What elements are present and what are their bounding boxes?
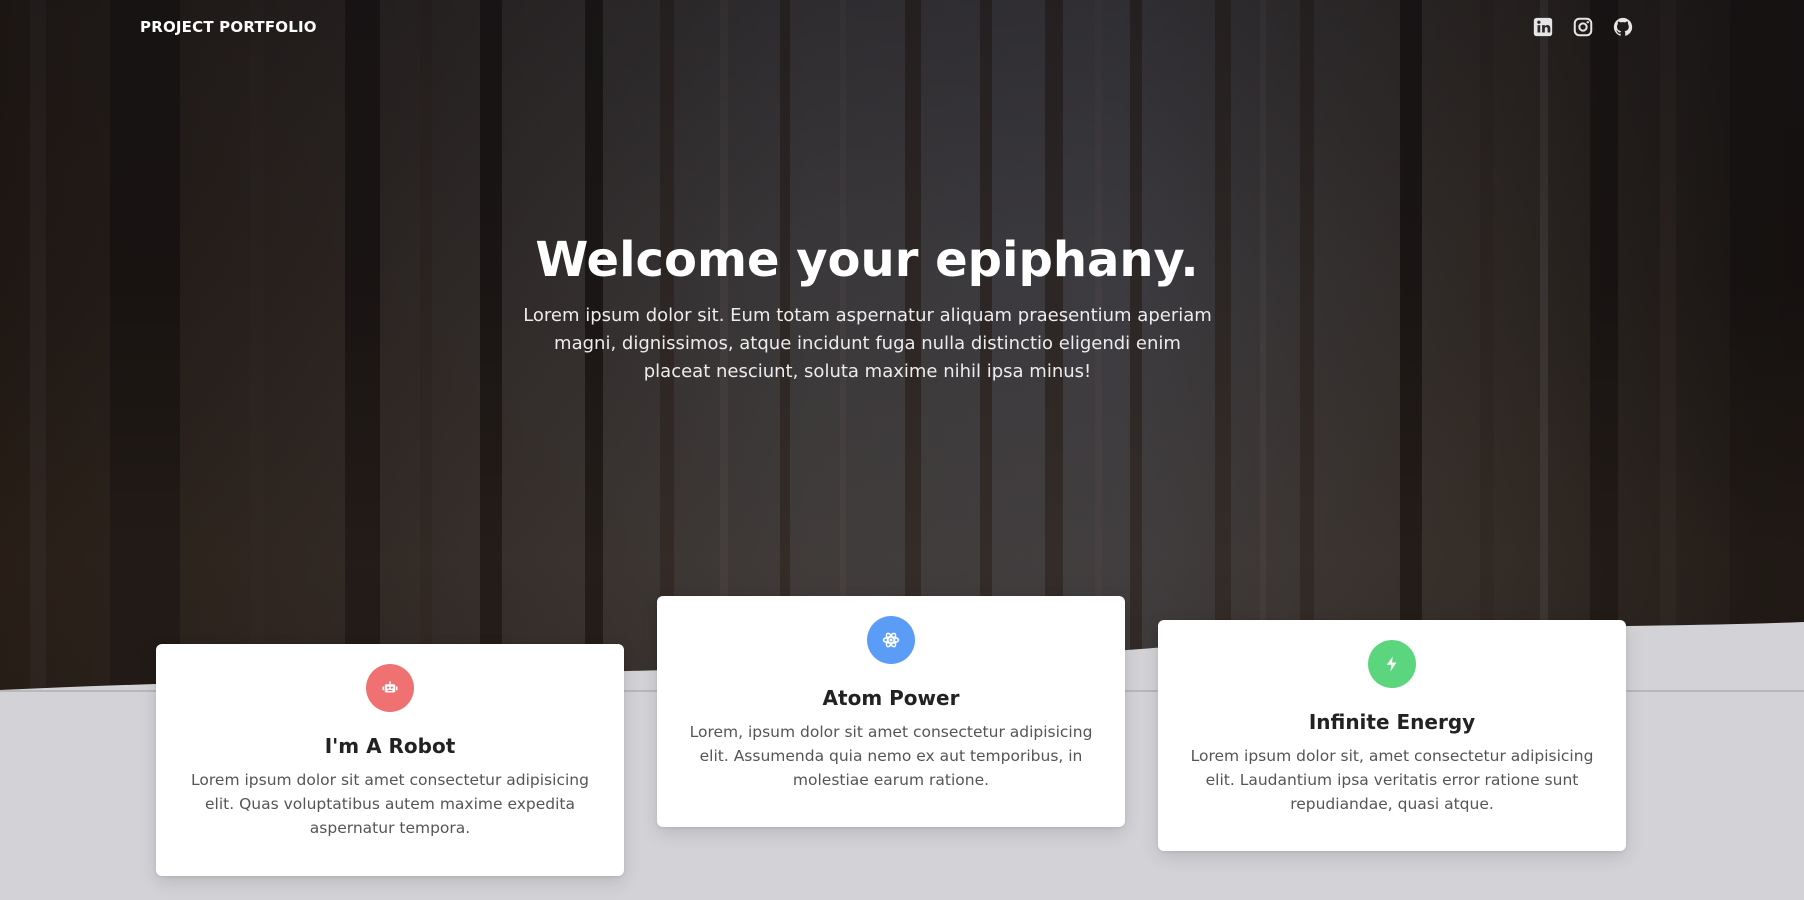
robot-icon — [382, 681, 398, 693]
instagram-link[interactable] — [1572, 16, 1594, 38]
hero-title: Welcome your epiphany. — [535, 232, 1199, 288]
feature-card-atom: Atom Power Lorem, ipsum dolor sit amet c… — [657, 596, 1125, 827]
feature-text: Lorem, ipsum dolor sit amet consectetur … — [689, 723, 1093, 789]
hero-subtitle: Lorem ipsum dolor sit. Eum totam asperna… — [523, 305, 1212, 382]
feature-text: Lorem ipsum dolor sit amet consectetur a… — [191, 771, 589, 837]
linkedin-link[interactable] — [1532, 16, 1554, 38]
top-nav: PROJECT PORTFOLIO — [0, 0, 1804, 55]
atom-icon — [882, 632, 900, 648]
instagram-icon — [1573, 17, 1593, 37]
linkedin-icon — [1533, 17, 1553, 37]
bolt-icon — [1386, 656, 1397, 672]
feature-title: Infinite Energy — [1308, 710, 1476, 734]
atom-icon-badge — [867, 616, 915, 664]
github-icon — [1613, 17, 1633, 36]
feature-card-energy: Infinite Energy Lorem ipsum dolor sit, a… — [1158, 620, 1626, 851]
feature-title: I'm A Robot — [324, 734, 456, 758]
feature-title: Atom Power — [822, 686, 960, 710]
feature-text: Lorem ipsum dolor sit, amet consectetur … — [1190, 747, 1594, 813]
bolt-icon-badge — [1368, 640, 1416, 688]
feature-card-robot: I'm A Robot Lorem ipsum dolor sit amet c… — [156, 644, 624, 876]
brand-logo[interactable]: PROJECT PORTFOLIO — [140, 18, 317, 36]
github-link[interactable] — [1612, 16, 1634, 38]
robot-icon-badge — [366, 664, 414, 712]
